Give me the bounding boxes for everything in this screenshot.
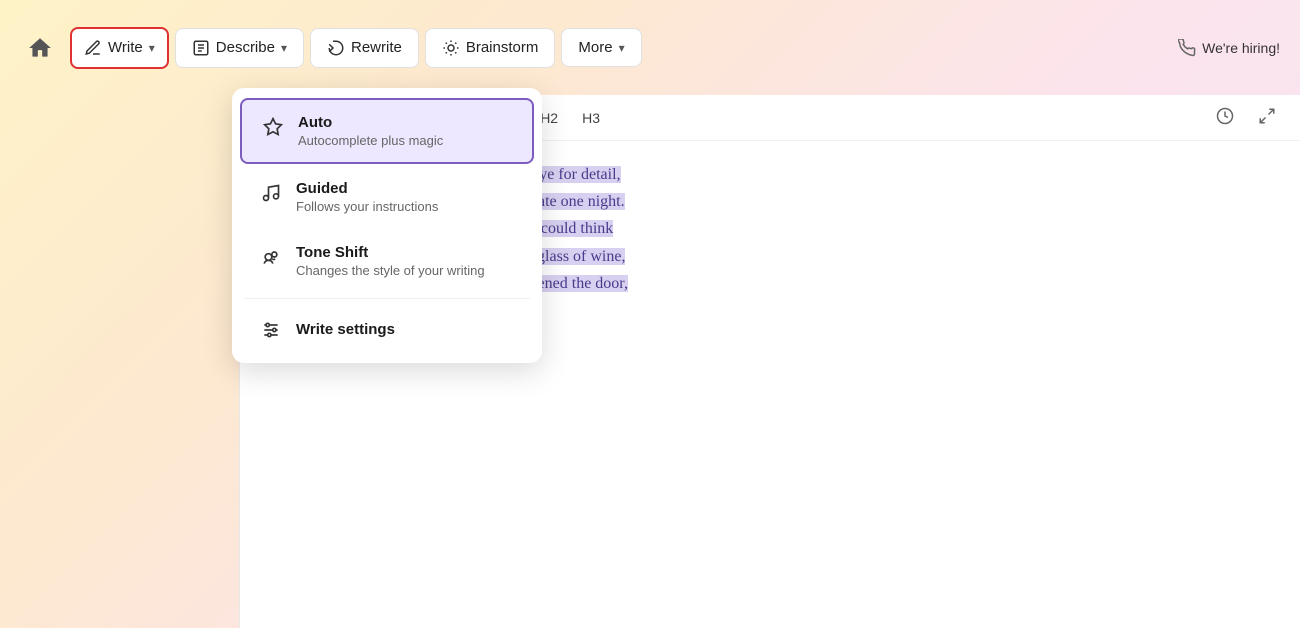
dropdown-item-settings[interactable]: Write settings <box>240 305 534 353</box>
hiring-button[interactable]: We're hiring! <box>1178 39 1280 57</box>
more-label: More <box>578 39 612 56</box>
guided-text: Guided Follows your instructions <box>296 180 438 214</box>
write-label: Write <box>108 39 143 56</box>
topbar: Write ▾ Describe ▾ Rewrite Brainstorm <box>0 0 1300 95</box>
settings-label: Write settings <box>296 321 395 338</box>
expand-icon[interactable] <box>1250 103 1284 132</box>
describe-label: Describe <box>216 39 275 56</box>
tone-desc: Changes the style of your writing <box>296 263 485 278</box>
tone-text: Tone Shift Changes the style of your wri… <box>296 244 485 278</box>
dropdown-divider <box>244 298 530 299</box>
write-dropdown-menu: Auto Autocomplete plus magic Guided Foll… <box>232 88 542 363</box>
auto-icon <box>262 116 284 138</box>
auto-desc: Autocomplete plus magic <box>298 133 443 148</box>
brainstorm-label: Brainstorm <box>466 39 539 56</box>
write-chevron-icon: ▾ <box>149 41 155 55</box>
toolbar-buttons: Write ▾ Describe ▾ Rewrite Brainstorm <box>70 27 642 69</box>
left-sidebar <box>0 95 240 628</box>
describe-chevron-icon: ▾ <box>281 41 287 55</box>
dropdown-item-guided[interactable]: Guided Follows your instructions <box>240 166 534 228</box>
toolbar-end <box>1208 103 1284 132</box>
h3-button[interactable]: H3 <box>574 106 608 130</box>
dropdown-item-tone[interactable]: Tone Shift Changes the style of your wri… <box>240 230 534 292</box>
auto-title: Auto <box>298 114 443 131</box>
guided-desc: Follows your instructions <box>296 199 438 214</box>
tone-icon <box>260 246 282 268</box>
brainstorm-button[interactable]: Brainstorm <box>425 28 556 68</box>
auto-text: Auto Autocomplete plus magic <box>298 114 443 148</box>
dropdown-item-auto[interactable]: Auto Autocomplete plus magic <box>240 98 534 164</box>
tone-title: Tone Shift <box>296 244 485 261</box>
more-button[interactable]: More ▾ <box>561 28 641 67</box>
history-icon[interactable] <box>1208 103 1242 132</box>
guided-title: Guided <box>296 180 438 197</box>
rewrite-label: Rewrite <box>351 39 402 56</box>
settings-icon <box>260 319 282 341</box>
guided-icon <box>260 182 282 204</box>
rewrite-button[interactable]: Rewrite <box>310 28 419 68</box>
hiring-label: We're hiring! <box>1202 40 1280 56</box>
home-icon[interactable] <box>20 28 60 68</box>
describe-button[interactable]: Describe ▾ <box>175 28 304 68</box>
more-chevron-icon: ▾ <box>619 41 625 55</box>
write-button[interactable]: Write ▾ <box>70 27 169 69</box>
